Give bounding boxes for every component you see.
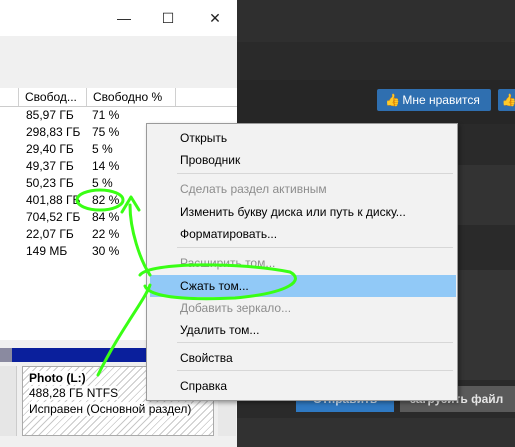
background-topbar: [237, 0, 515, 42]
free-space-cell: 85,97 ГБ: [26, 108, 74, 122]
menu-separator: [177, 370, 453, 371]
free-percent-cell: 22 %: [92, 227, 120, 241]
free-percent-cell: 84 %: [92, 210, 120, 224]
volume-table-header: Свобод... Свободно %: [0, 88, 237, 107]
menu-separator: [177, 342, 453, 343]
table-row[interactable]: 85,97 ГБ 71 %: [0, 107, 237, 124]
background-panel: [452, 165, 515, 225]
context-menu: Открыть Проводник Сделать раздел активным И…: [146, 123, 458, 401]
menu-item-mark-active: Сделать раздел активным: [180, 182, 327, 196]
free-space-cell: 298,83 ГБ: [26, 125, 81, 139]
minimize-button[interactable]: —: [112, 8, 136, 28]
background-panel: [452, 270, 515, 380]
background-footer: [237, 418, 515, 447]
partition-status: Исправен (Основной раздел): [29, 402, 192, 416]
free-percent-cell: 30 %: [92, 244, 120, 258]
free-percent-cell: 14 %: [92, 159, 120, 173]
free-percent-cell: 82 %: [92, 193, 120, 207]
menu-item-properties[interactable]: Свойства: [150, 347, 456, 369]
free-space-cell: 149 МБ: [26, 244, 68, 258]
free-space-cell: 49,37 ГБ: [26, 159, 74, 173]
menu-separator: [177, 247, 453, 248]
like-button-label: Мне нравится: [402, 93, 480, 107]
menu-item-delete-volume[interactable]: Удалить том...: [150, 319, 456, 341]
menu-separator: [177, 173, 453, 174]
like-button[interactable]: 👍 Мне нравится: [377, 89, 491, 111]
free-percent-cell: 5 %: [92, 142, 113, 156]
thumbs-up-icon: 👍: [501, 93, 515, 107]
column-header-free-percent[interactable]: Свободно %: [86, 88, 176, 106]
free-space-cell: 29,40 ГБ: [26, 142, 74, 156]
free-percent-cell: 5 %: [92, 176, 113, 190]
free-space-cell: 22,07 ГБ: [26, 227, 74, 241]
free-space-cell: 50,23 ГБ: [26, 176, 74, 190]
menu-item-format[interactable]: Форматировать...: [150, 223, 456, 245]
free-space-cell: 704,52 ГБ: [26, 210, 81, 224]
menu-item-explorer[interactable]: Проводник: [150, 149, 456, 171]
menu-item-extend-volume: Расширить том...: [180, 256, 276, 270]
toolbar: [0, 36, 237, 89]
menu-item-help[interactable]: Справка: [150, 375, 456, 397]
title-bar: — ☐ ✕: [0, 0, 237, 36]
free-percent-cell: 75 %: [92, 125, 120, 139]
partition-name: Photo (L:): [29, 371, 86, 385]
menu-item-open[interactable]: Открыть: [150, 127, 456, 149]
menu-item-shrink-volume[interactable]: Сжать том...: [150, 275, 456, 297]
free-percent-cell: 71 %: [92, 108, 120, 122]
free-space-cell: 401,88 ГБ: [26, 193, 81, 207]
menu-item-change-drive-letter[interactable]: Изменить букву диска или путь к диску...: [150, 201, 456, 223]
thumbs-up-icon: 👍: [385, 93, 400, 107]
column-header-free[interactable]: Свобод...: [18, 88, 86, 106]
share-button[interactable]: 👍: [498, 89, 515, 111]
menu-item-add-mirror: Добавить зеркало...: [180, 301, 292, 315]
close-button[interactable]: ✕: [203, 8, 227, 28]
disk-label-strip: [0, 366, 17, 436]
partition-size: 488,28 ГБ NTFS: [29, 386, 119, 400]
disk-bar-left: [0, 348, 12, 362]
maximize-button[interactable]: ☐: [156, 8, 180, 28]
